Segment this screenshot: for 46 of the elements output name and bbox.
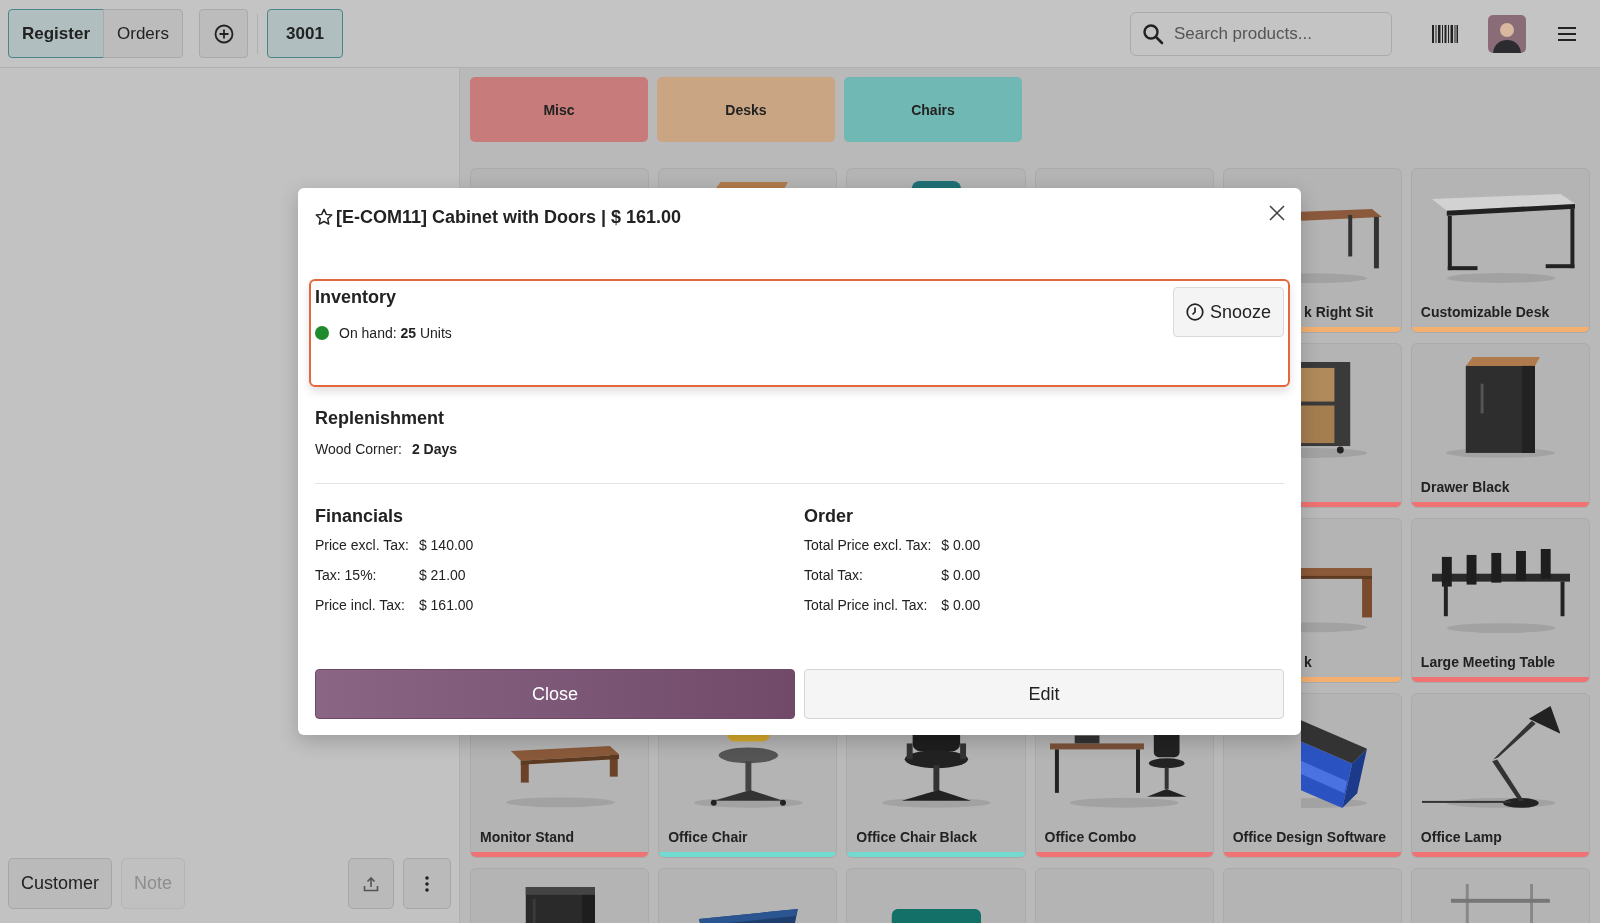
product-name: Large Meeting Table	[1420, 654, 1556, 670]
product-name: Customizable Desk	[1420, 304, 1550, 320]
field-value: 2 Days	[411, 441, 458, 457]
field-value: $ 0.00	[941, 567, 981, 583]
section-heading: Financials	[315, 506, 405, 527]
dialog-title: [E-COM11] Cabinet with Doors | $ 161.00	[336, 206, 682, 228]
stock-text: On hand: 25 Units	[339, 325, 452, 341]
field-label: Tax: 15%:	[315, 567, 378, 583]
product-name: Drawer Black	[1420, 479, 1510, 495]
product-card[interactable]: Customizable Desk	[1410, 168, 1590, 333]
field-value: $ 0.00	[941, 597, 981, 613]
field-value: $ 0.00	[941, 537, 981, 553]
product-card[interactable]: Office Lamp	[1410, 693, 1590, 858]
field-value: $ 21.00	[418, 567, 467, 583]
search-field[interactable]: Search products...	[1130, 11, 1392, 56]
product-card[interactable]: Drawer Black	[1410, 343, 1590, 508]
order-tab[interactable]: 3001	[267, 9, 343, 58]
category-button[interactable]: Chairs	[844, 77, 1022, 142]
field-label: Total Price excl. Tax:	[804, 537, 932, 553]
field-label: Price excl. Tax:	[315, 537, 409, 553]
edit-button[interactable]: Edit	[804, 669, 1284, 719]
customer-button[interactable]: Customer	[8, 858, 113, 909]
field-label: Total Tax:	[804, 567, 864, 583]
product-name: Monitor Stand	[480, 829, 575, 845]
category-button[interactable]: Desks	[657, 77, 835, 142]
close-button[interactable]: Close	[315, 669, 795, 719]
product-name: k	[1304, 654, 1312, 670]
product-name: Office Chair Black	[856, 829, 977, 845]
tab[interactable]: Register	[8, 9, 105, 58]
product-name: Office Lamp	[1420, 829, 1502, 845]
field-value: $ 140.00	[418, 537, 474, 553]
product-name: Office Combo	[1044, 829, 1137, 845]
product-name: Office Design Software	[1232, 829, 1386, 845]
field-label: Wood Corner:	[315, 441, 402, 457]
field-label: Price incl. Tax:	[315, 597, 406, 613]
category-button[interactable]: Misc	[470, 77, 648, 142]
product-name: Office Chair	[668, 829, 748, 845]
tab[interactable]: Orders	[103, 9, 183, 58]
field-value: $ 161.00	[418, 597, 474, 613]
field-label: Total Price incl. Tax:	[804, 597, 929, 613]
product-name: k Right Sit	[1304, 304, 1374, 320]
section-heading: Inventory	[315, 287, 398, 308]
section-heading: Order	[804, 506, 855, 527]
product-card[interactable]: Large Meeting Table	[1410, 518, 1590, 683]
section-heading: Replenishment	[315, 408, 446, 429]
snooze-button[interactable]: Snooze	[1172, 287, 1284, 337]
